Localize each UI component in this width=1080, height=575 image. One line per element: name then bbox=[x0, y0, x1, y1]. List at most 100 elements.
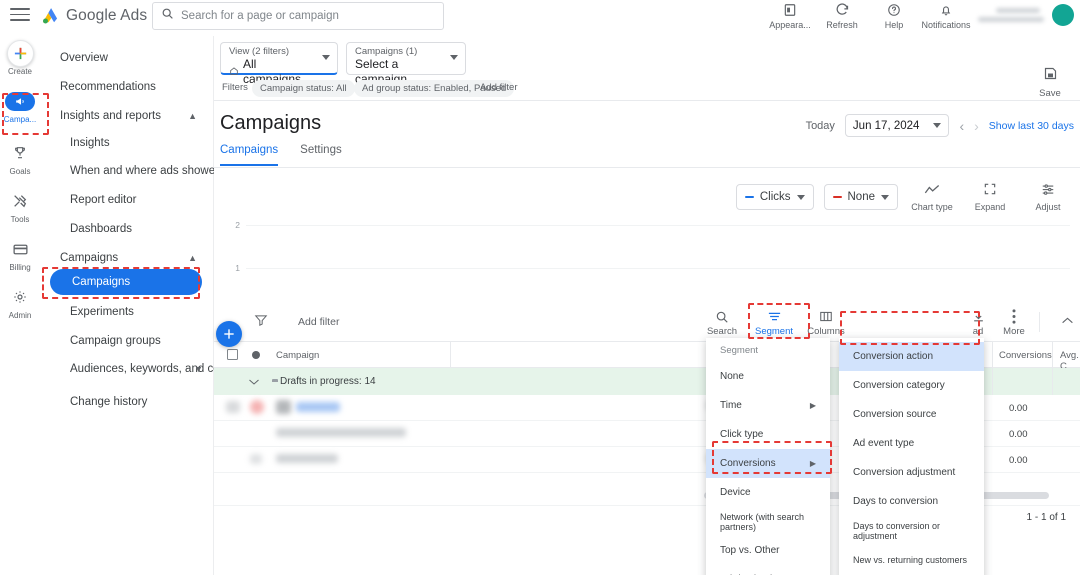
submenu-item-days-to-conversion-or-adjustment[interactable]: Days to conversion or adjustment bbox=[839, 516, 984, 545]
menu-label: Device bbox=[720, 487, 751, 498]
tab-settings[interactable]: Settings bbox=[300, 144, 342, 166]
column-divider bbox=[1052, 342, 1053, 368]
trophy-icon bbox=[0, 140, 40, 166]
page-tabs: Campaigns Settings bbox=[220, 144, 342, 166]
menu-label: Top vs. Other bbox=[720, 545, 780, 556]
add-filter-link[interactable]: Add filter bbox=[480, 82, 518, 93]
metric-selector-clicks[interactable]: Clicks bbox=[735, 184, 814, 210]
submenu-item-ad-event-type[interactable]: Ad event type bbox=[839, 429, 984, 458]
chevron-down-icon[interactable] bbox=[248, 373, 260, 391]
sidebar-item-report-editor[interactable]: Report editor bbox=[40, 188, 213, 211]
tab-campaigns[interactable]: Campaigns bbox=[220, 144, 279, 166]
table-segment-button[interactable]: Segment bbox=[748, 308, 800, 337]
nav-label-campaigns-group: Campaigns bbox=[60, 251, 119, 264]
hamburger-icon[interactable] bbox=[10, 8, 30, 24]
drafts-label: Drafts in progress: 14 bbox=[280, 376, 376, 387]
segment-menu-item-none[interactable]: None bbox=[706, 362, 830, 391]
campaign-selector[interactable]: Campaigns (1) Select a campaign bbox=[346, 42, 466, 86]
submenu-item-conversion-action[interactable]: Conversion action bbox=[839, 342, 984, 371]
chevron-down-icon bbox=[933, 123, 942, 128]
sidebar-group-audiences-keywords-content[interactable]: Audiences, keywords, and content ▼ bbox=[40, 352, 246, 386]
sidebar-item-campaigns-selected[interactable]: Campaigns bbox=[50, 269, 202, 295]
rail-item-goals[interactable]: Goals bbox=[0, 140, 40, 176]
metric-selector-none[interactable]: None bbox=[823, 184, 898, 210]
rail-label-admin: Admin bbox=[8, 311, 32, 320]
sidebar-item-dashboards[interactable]: Dashboards bbox=[40, 217, 213, 240]
metric-label-none: None bbox=[847, 191, 876, 203]
ads-mark-icon bbox=[40, 6, 60, 26]
appearance-button[interactable]: Appeara... bbox=[764, 1, 816, 30]
column-header-conversions[interactable]: Conversions bbox=[999, 350, 1052, 361]
menu-label: Ad event type bbox=[853, 438, 915, 449]
segment-menu-item-click-type[interactable]: Click type bbox=[706, 420, 830, 449]
filter-funnel-icon[interactable] bbox=[254, 313, 268, 332]
sidebar-item-overview[interactable]: Overview bbox=[40, 46, 213, 69]
save-button[interactable]: Save bbox=[1028, 66, 1072, 99]
rail-item-campaigns[interactable]: Campa... bbox=[0, 88, 40, 124]
segment-menu-item-ad-destination[interactable]: Ad destination bbox=[706, 565, 830, 575]
segment-menu-item-network[interactable]: Network (with search partners) bbox=[706, 507, 830, 536]
sidebar-item-when-and-where-ads-showed[interactable]: When and where ads showed bbox=[40, 154, 222, 188]
columns-label: Columns bbox=[807, 326, 845, 337]
sidebar-item-insights[interactable]: Insights bbox=[40, 131, 213, 154]
pagination-label: 1 - 1 of 1 bbox=[1026, 512, 1066, 523]
submenu-item-conversion-adjustment[interactable]: Conversion adjustment bbox=[839, 458, 984, 487]
prev-period-button[interactable]: ‹ bbox=[959, 118, 964, 134]
adjust-button[interactable]: Adjust bbox=[1024, 182, 1072, 212]
menu-label: Conversion category bbox=[853, 380, 945, 391]
sidebar-item-experiments[interactable]: Experiments bbox=[40, 300, 213, 323]
submenu-item-conversion-source[interactable]: Conversion source bbox=[839, 400, 984, 429]
search-label: Search bbox=[706, 326, 738, 337]
sidebar-item-campaign-groups[interactable]: Campaign groups bbox=[40, 329, 213, 352]
avatar[interactable] bbox=[1052, 4, 1074, 26]
campaign-selector-caption: Campaigns (1) bbox=[355, 46, 418, 57]
table-add-filter[interactable]: Add filter bbox=[298, 316, 339, 328]
refresh-button[interactable]: Refresh bbox=[816, 1, 868, 30]
metric-color-swatch bbox=[832, 195, 842, 199]
rail-item-create[interactable]: Create bbox=[0, 39, 40, 76]
sidebar-item-change-history[interactable]: Change history bbox=[40, 390, 213, 413]
nav-label-audiences: Audiences, keywords, and content bbox=[70, 362, 246, 375]
chart-type-button[interactable]: Chart type bbox=[908, 183, 956, 212]
segment-menu-item-top-vs-other[interactable]: Top vs. Other bbox=[706, 536, 830, 565]
column-header-campaign[interactable]: Campaign bbox=[276, 350, 319, 361]
sidebar-group-insights-and-reports[interactable]: Insights and reports ▲ bbox=[40, 104, 213, 127]
filters-bar: Filters Campaign status: All Ad group st… bbox=[214, 78, 1080, 100]
nav-label-campaign-groups: Campaign groups bbox=[70, 334, 161, 347]
expand-button[interactable]: Expand bbox=[966, 182, 1014, 212]
help-button[interactable]: Help bbox=[868, 1, 920, 30]
table-search-button[interactable]: Search bbox=[696, 308, 748, 337]
segment-menu-item-time[interactable]: Time ▶ bbox=[706, 391, 830, 420]
sidebar-group-campaigns[interactable]: Campaigns ▲ bbox=[40, 246, 213, 269]
next-period-button[interactable]: › bbox=[974, 118, 979, 134]
submenu-item-days-to-conversion[interactable]: Days to conversion bbox=[839, 487, 984, 516]
view-selector[interactable]: View (2 filters) All campaigns bbox=[220, 42, 338, 86]
gear-icon bbox=[0, 284, 40, 310]
table-more-button[interactable]: More bbox=[988, 308, 1040, 337]
megaphone-icon bbox=[0, 88, 40, 114]
rail-item-tools[interactable]: Tools bbox=[0, 188, 40, 224]
filter-chip-campaign-status[interactable]: Campaign status: All bbox=[252, 80, 355, 97]
sidebar-item-recommendations[interactable]: Recommendations bbox=[40, 75, 213, 98]
select-all-checkbox[interactable] bbox=[227, 349, 238, 360]
search-input[interactable]: Search for a page or campaign bbox=[152, 2, 444, 30]
view-selector-bar: View (2 filters) All campaigns Campaigns… bbox=[214, 36, 1080, 86]
submenu-item-new-vs-returning-customers[interactable]: New vs. returning customers bbox=[839, 545, 984, 574]
segment-menu-item-device[interactable]: Device bbox=[706, 478, 830, 507]
rail-item-admin[interactable]: Admin bbox=[0, 284, 40, 320]
gridline bbox=[246, 225, 1070, 226]
date-picker-value: Jun 17, 2024 bbox=[852, 119, 920, 132]
date-picker[interactable]: Jun 17, 2024 bbox=[844, 114, 950, 137]
show-last-30-days-link[interactable]: Show last 30 days bbox=[989, 120, 1074, 132]
add-campaign-fab[interactable] bbox=[216, 321, 242, 347]
line-chart-icon bbox=[924, 183, 940, 200]
table-columns-button[interactable]: Columns bbox=[800, 308, 852, 337]
chevron-up-icon[interactable] bbox=[1061, 314, 1074, 328]
notifications-button[interactable]: Notificati­ons bbox=[920, 1, 972, 30]
search-icon bbox=[696, 308, 748, 325]
rail-item-billing[interactable]: Billing bbox=[0, 236, 40, 272]
submenu-item-conversion-category[interactable]: Conversion category bbox=[839, 371, 984, 400]
menu-label: Days to conversion or adjustment bbox=[853, 520, 941, 541]
segment-menu-item-conversions[interactable]: Conversions ▶ bbox=[706, 449, 830, 478]
cell-conversions: 0.00 bbox=[1009, 429, 1028, 440]
